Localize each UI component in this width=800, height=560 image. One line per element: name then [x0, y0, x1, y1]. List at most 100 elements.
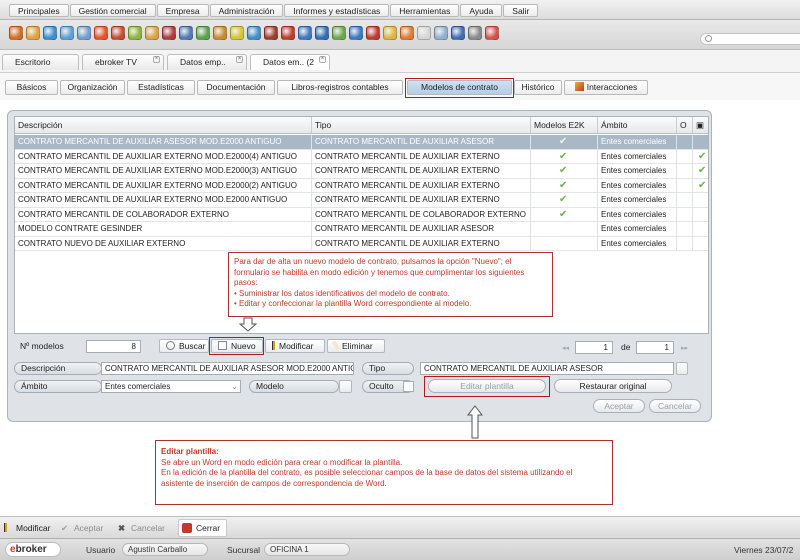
- toolbar-app-icon[interactable]: [281, 26, 295, 40]
- toolbar-app-icon[interactable]: [162, 26, 176, 40]
- doctab-datos-em-2[interactable]: Datos em.. (2 ×: [250, 54, 330, 70]
- menu-principales[interactable]: Principales: [9, 4, 69, 17]
- status-bar: ebroker Usuario Agustín Carballo Sucursa…: [0, 538, 800, 560]
- menu-gestion-comercial[interactable]: Gestión comercial: [69, 4, 156, 17]
- toolbar-app-icon[interactable]: [451, 26, 465, 40]
- modificar-button[interactable]: Modificar: [265, 339, 325, 353]
- oculto-checkbox[interactable]: [403, 381, 414, 392]
- menu-salir[interactable]: Salir: [503, 4, 539, 17]
- close-icon[interactable]: ×: [153, 56, 160, 63]
- toolbar-app-icon[interactable]: [128, 26, 142, 40]
- table-row[interactable]: CONTRATO MERCANTIL DE AUXILIAR EXTERNO M…: [15, 193, 710, 208]
- action-modificar[interactable]: Modificar: [2, 521, 50, 536]
- tab-basicos[interactable]: Básicos: [5, 80, 58, 95]
- toolbar-app-icon[interactable]: [43, 26, 57, 40]
- toolbar-app-icon[interactable]: [264, 26, 278, 40]
- toolbar-app-icon[interactable]: [247, 26, 261, 40]
- cell-o-check: [693, 236, 710, 251]
- cell-tipo: CONTRATO MERCANTIL DE AUXILIAR EXTERNO: [312, 149, 531, 164]
- toolbar-app-icon[interactable]: [26, 26, 40, 40]
- toolbar-app-icon[interactable]: [213, 26, 227, 40]
- cell-ambito: Entes comerciales: [598, 178, 677, 193]
- eliminar-button[interactable]: Eliminar: [327, 339, 385, 353]
- table-row[interactable]: CONTRATO MERCANTIL DE COLABORADOR EXTERN…: [15, 207, 710, 222]
- col-modelos-e2k[interactable]: Modelos E2K: [531, 117, 598, 134]
- toolbar-app-icon[interactable]: [230, 26, 244, 40]
- tab-interacciones[interactable]: Interacciones: [564, 80, 648, 95]
- doctab-escritorio[interactable]: Escritorio: [2, 54, 79, 70]
- toolbar-app-icon[interactable]: [315, 26, 329, 40]
- close-icon[interactable]: ×: [319, 56, 326, 63]
- toolbar-app-icon[interactable]: [349, 26, 363, 40]
- tab-historico[interactable]: Histórico: [514, 80, 562, 95]
- check-icon: ✔: [559, 194, 568, 205]
- ambito-select[interactable]: Entes comerciales ⌄: [101, 380, 241, 393]
- action-cerrar[interactable]: Cerrar: [178, 519, 228, 537]
- cell-tipo: CONTRATO MERCANTIL DE AUXILIAR EXTERNO: [312, 193, 531, 207]
- menu-ayuda[interactable]: Ayuda: [460, 4, 503, 17]
- table-row[interactable]: CONTRATO NUEVO DE AUXILIAR EXTERNO CONTRA…: [15, 236, 710, 251]
- toolbar-app-icon[interactable]: [298, 26, 312, 40]
- page-prev-icon[interactable]: ◂◂: [562, 344, 569, 352]
- col-o[interactable]: O: [677, 117, 693, 134]
- tipo-lookup-icon[interactable]: [676, 362, 688, 375]
- toolbar-app-icon[interactable]: [9, 26, 23, 40]
- cell-ambito: Entes comerciales: [598, 222, 677, 236]
- toolbar-app-icon[interactable]: [332, 26, 346, 40]
- cell-o: [677, 149, 693, 164]
- col-ambito[interactable]: Ámbito: [598, 117, 677, 134]
- doctab-ebroker-tv[interactable]: ebroker TV ×: [82, 54, 164, 70]
- toolbar-app-icon[interactable]: [77, 26, 91, 40]
- page-next-icon[interactable]: ▸▸: [681, 344, 688, 352]
- action-aceptar[interactable]: ✔ Aceptar: [60, 521, 103, 536]
- table-row[interactable]: CONTRATO MERCANTIL DE AUXILIAR EXTERNO M…: [15, 164, 710, 179]
- toolbar-app-icon[interactable]: [417, 26, 431, 40]
- menu-administracion[interactable]: Administración: [209, 4, 284, 17]
- col-tipo[interactable]: Tipo: [312, 117, 531, 134]
- toolbar-app-icon[interactable]: [366, 26, 380, 40]
- page-current-field[interactable]: 1: [575, 341, 613, 354]
- toolbar-app-icon[interactable]: [145, 26, 159, 40]
- modelo-file-icon[interactable]: [339, 380, 352, 393]
- cell-modelos-e2k: [531, 236, 598, 251]
- menu-informes[interactable]: Informes y estadísticas: [284, 4, 390, 17]
- descripcion-field[interactable]: CONTRATO MERCANTIL DE AUXILIAR ASESOR MO…: [101, 362, 354, 375]
- toolbar-app-icon[interactable]: [179, 26, 193, 40]
- restaurar-original-button[interactable]: Restaurar original: [554, 379, 672, 393]
- aceptar-button[interactable]: Aceptar: [593, 399, 645, 413]
- action-cancelar[interactable]: ✖ Cancelar: [117, 521, 165, 536]
- doctab-datos-emp[interactable]: Datos emp.. ×: [167, 54, 247, 70]
- toolbar-icons: [9, 26, 502, 40]
- cell-modelos-e2k: ✔: [531, 149, 598, 164]
- tab-documentacion[interactable]: Documentación: [197, 80, 275, 95]
- table-row[interactable]: CONTRATO MERCANTIL DE AUXILIAR EXTERNO M…: [15, 178, 710, 193]
- callout-editar-plantilla: Editar plantilla: Se abre un Word en mod…: [155, 440, 613, 505]
- close-icon[interactable]: ×: [236, 56, 243, 63]
- buscar-button[interactable]: Buscar: [159, 339, 209, 353]
- toolbar-app-icon[interactable]: [485, 26, 499, 40]
- menu-herramientas[interactable]: Herramientas: [390, 4, 460, 17]
- table-row[interactable]: MODELO CONTRATE GESINDER CONTRATO MERCANT…: [15, 222, 710, 237]
- column-chooser-icon[interactable]: ▣: [693, 117, 710, 134]
- tab-estadisticas[interactable]: Estadísticas: [127, 80, 195, 95]
- check-icon: ✔: [559, 208, 568, 220]
- toolbar-app-icon[interactable]: [60, 26, 74, 40]
- toolbar-app-icon[interactable]: [111, 26, 125, 40]
- toolbar-app-icon[interactable]: [196, 26, 210, 40]
- table-row[interactable]: CONTRATO MERCANTIL DE AUXILIAR EXTERNO M…: [15, 149, 710, 164]
- cancelar-button[interactable]: Cancelar: [649, 399, 701, 413]
- tab-libros-registros[interactable]: Libros-registros contables: [277, 80, 403, 95]
- toolbar-search-input[interactable]: [700, 33, 800, 45]
- modificar-label: Modificar: [279, 341, 314, 351]
- toolbar-app-icon[interactable]: [468, 26, 482, 40]
- tab-organizacion[interactable]: Organización: [60, 80, 125, 95]
- menu-empresa[interactable]: Empresa: [156, 4, 209, 17]
- toolbar-app-icon[interactable]: [400, 26, 414, 40]
- toolbar-app-icon[interactable]: [434, 26, 448, 40]
- table-row[interactable]: CONTRATO MERCANTIL DE AUXILIAR ASESOR MO…: [15, 135, 710, 150]
- callout-line: formulario se habilita en modo edición y…: [234, 267, 525, 277]
- callout-line: asistente de inserción de campos de corr…: [161, 478, 387, 488]
- toolbar-app-icon[interactable]: [383, 26, 397, 40]
- col-descripcion[interactable]: Descripción: [15, 117, 312, 134]
- toolbar-app-icon[interactable]: [94, 26, 108, 40]
